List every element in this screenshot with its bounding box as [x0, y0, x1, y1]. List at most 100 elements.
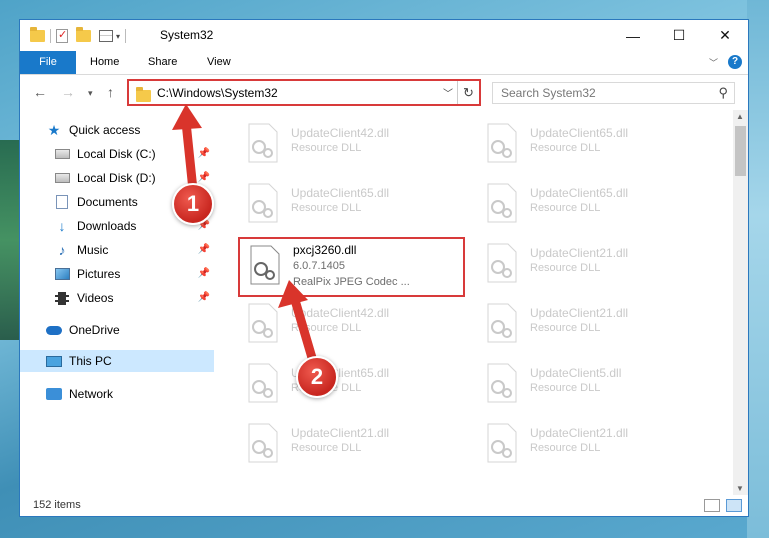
file-description: Resource DLL	[530, 202, 601, 214]
dll-file-icon	[248, 303, 278, 343]
recent-locations-icon[interactable]: ▾	[88, 88, 93, 99]
file-description: Resource DLL	[291, 322, 362, 334]
quick-access-toolbar: ▾	[30, 27, 131, 45]
refresh-icon[interactable]: ↻	[457, 81, 479, 104]
sidebar-item-label: Local Disk (D:)	[77, 171, 156, 185]
tab-view[interactable]: View	[193, 51, 245, 74]
file-name: pxcj3260.dll	[293, 243, 357, 257]
new-folder-icon[interactable]	[76, 27, 91, 42]
help-icon[interactable]: ?	[728, 55, 742, 69]
cloud-icon	[46, 323, 62, 337]
pin-icon: 📌	[197, 292, 210, 303]
minimize-button[interactable]: —	[610, 20, 656, 51]
sidebar-item-videos[interactable]: Videos 📌	[20, 287, 214, 309]
customize-icon[interactable]	[99, 30, 113, 42]
tab-home[interactable]: Home	[76, 51, 133, 74]
sidebar-item-onedrive[interactable]: OneDrive	[20, 319, 214, 341]
file-description: Resource DLL	[530, 142, 601, 154]
back-arrow-icon[interactable]: ←	[33, 84, 47, 100]
item-count: 152 items	[33, 499, 81, 511]
file-tile[interactable]: UpdateClient21.dll Resource DLL	[477, 297, 705, 349]
status-bar: 152 items	[20, 495, 748, 516]
chevron-down-icon[interactable]: ▾	[116, 32, 120, 41]
file-name: UpdateClient5.dll	[530, 366, 622, 380]
address-bar[interactable]: C:\Windows\System32 ﹀ ↻	[127, 79, 481, 106]
file-tile[interactable]: UpdateClient42.dll Resource DLL	[238, 297, 466, 349]
dll-file-icon	[487, 243, 517, 283]
ribbon-right-controls: ﹀ ?	[709, 55, 742, 69]
navigation-bar: ← → ▾ ↑ C:\Windows\System32 ﹀ ↻ Search S…	[20, 76, 748, 110]
highlighted-file-tile[interactable]: pxcj3260.dll 6.0.7.1405 RealPix JPEG Cod…	[238, 237, 465, 297]
file-tile[interactable]: UpdateClient5.dll Resource DLL	[477, 357, 705, 409]
file-description: Resource DLL	[530, 442, 601, 454]
file-name: UpdateClient42.dll	[291, 126, 390, 140]
dll-file-icon	[250, 245, 280, 285]
search-input[interactable]: Search System32 ⚲	[492, 82, 735, 104]
file-tile[interactable]: UpdateClient65.dll Resource DLL	[238, 357, 466, 409]
dll-file-icon	[248, 183, 278, 223]
tab-file[interactable]: File	[20, 51, 76, 74]
file-tile[interactable]: UpdateClient65.dll Resource DLL	[477, 177, 705, 229]
sidebar-item-network[interactable]: Network	[20, 383, 214, 405]
sidebar-item-pictures[interactable]: Pictures 📌	[20, 263, 214, 285]
file-tile[interactable]: UpdateClient42.dll Resource DLL	[238, 117, 466, 169]
videos-icon	[54, 291, 70, 305]
sidebar-item-local-disk-c[interactable]: Local Disk (C:) 📌	[20, 143, 214, 165]
sidebar-item-music[interactable]: ♪ Music 📌	[20, 239, 214, 261]
dll-file-icon	[248, 423, 278, 463]
file-name: UpdateClient65.dll	[530, 186, 629, 200]
sidebar-item-label: Music	[77, 243, 109, 257]
chevron-down-icon[interactable]: ﹀	[443, 85, 453, 100]
file-name: UpdateClient21.dll	[291, 426, 390, 440]
file-name: UpdateClient21.dll	[530, 306, 629, 320]
pin-icon: 📌	[197, 172, 210, 183]
file-tile[interactable]: UpdateClient21.dll Resource DLL	[477, 417, 705, 469]
pin-icon: 📌	[197, 148, 210, 159]
folder-icon	[136, 87, 151, 102]
scroll-up-icon[interactable]: ▲	[736, 112, 744, 121]
scroll-down-icon[interactable]: ▼	[736, 484, 744, 493]
drive-icon	[54, 147, 70, 161]
sidebar-item-label: Downloads	[77, 219, 137, 233]
pin-icon: 📌	[197, 244, 210, 255]
file-tile[interactable]: UpdateClient65.dll Resource DLL	[238, 177, 466, 229]
up-arrow-icon[interactable]: ↑	[107, 84, 114, 100]
file-name: UpdateClient65.dll	[530, 126, 629, 140]
properties-check-icon[interactable]	[56, 28, 68, 43]
file-description: Resource DLL	[291, 442, 362, 454]
divider	[125, 29, 127, 43]
sidebar-item-label: Local Disk (C:)	[77, 147, 156, 161]
sidebar-item-this-pc[interactable]: This PC	[20, 350, 214, 372]
tab-share[interactable]: Share	[134, 51, 191, 74]
folder-icon	[30, 27, 45, 42]
file-description: Resource DLL	[530, 262, 601, 274]
sidebar-item-quick-access[interactable]: ★ Quick access	[20, 119, 214, 141]
sidebar-item-label: Pictures	[77, 267, 121, 281]
pictures-icon	[54, 267, 70, 281]
details-view-icon[interactable]	[704, 499, 720, 512]
network-icon	[46, 387, 62, 401]
close-button[interactable]: ✕	[702, 20, 748, 51]
search-icon[interactable]: ⚲	[718, 85, 728, 101]
file-tile[interactable]: UpdateClient21.dll Resource DLL	[477, 237, 705, 289]
dll-file-icon	[248, 123, 278, 163]
drive-icon	[54, 171, 70, 185]
step-2-badge: 2	[296, 356, 338, 398]
computer-icon	[46, 354, 62, 368]
search-placeholder: Search System32	[501, 86, 596, 100]
address-path[interactable]: C:\Windows\System32	[157, 86, 278, 100]
maximize-button[interactable]: ☐	[656, 20, 702, 51]
file-name: UpdateClient21.dll	[530, 426, 629, 440]
desktop-background-sky	[747, 0, 769, 538]
vertical-scrollbar[interactable]: ▲ ▼	[733, 110, 748, 495]
sidebar-item-label: Network	[69, 387, 114, 401]
sidebar-item-label: OneDrive	[69, 323, 120, 337]
forward-arrow-icon[interactable]: →	[61, 84, 75, 100]
expand-ribbon-icon[interactable]: ﹀	[709, 56, 718, 69]
tiles-view-icon[interactable]	[726, 499, 742, 512]
file-tile[interactable]: UpdateClient21.dll Resource DLL	[238, 417, 466, 469]
file-tile[interactable]: UpdateClient65.dll Resource DLL	[477, 117, 705, 169]
file-name: UpdateClient42.dll	[291, 306, 390, 320]
scrollbar-thumb[interactable]	[735, 126, 746, 176]
dll-file-icon	[487, 183, 517, 223]
